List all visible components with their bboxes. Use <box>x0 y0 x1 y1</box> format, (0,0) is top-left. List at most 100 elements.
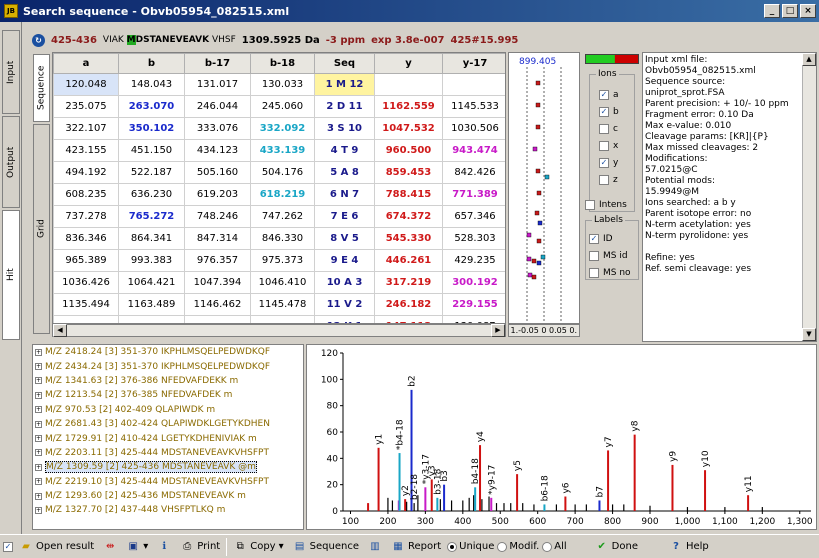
grid-cell[interactable]: 1145.478 <box>250 293 315 316</box>
all-radio[interactable]: All <box>542 541 567 552</box>
save-button[interactable]: ▣ ▾ <box>123 537 151 557</box>
info-button[interactable]: ℹ <box>154 537 174 557</box>
grid-cell[interactable]: 434.123 <box>184 139 251 162</box>
grid-cell[interactable]: 246.044 <box>184 95 251 118</box>
grid-cell[interactable]: 494.192 <box>53 161 119 184</box>
tree-item[interactable]: + M/Z 1341.63 [2] 376-386 NFEDVAFDEKK m <box>33 374 303 388</box>
grid-cell[interactable]: 1163.489 <box>118 293 185 316</box>
unique-radio-dot[interactable] <box>447 541 458 552</box>
expand-icon[interactable]: + <box>35 492 42 500</box>
label-checkbox[interactable]: MS no <box>589 264 635 281</box>
tree-item[interactable]: + M/Z 1327.70 [2] 437-448 VHSFPTLKQ m <box>33 503 303 517</box>
grid-cell[interactable]: 8 V 5 <box>314 227 375 250</box>
grid-header-2[interactable]: b-17 <box>184 53 251 74</box>
grid-row[interactable]: 322.107 350.102 333.076 332.092 3 S 10 1047.5… <box>53 117 505 140</box>
tab-grid[interactable]: Grid <box>33 124 50 334</box>
modif-radio-dot[interactable] <box>497 541 508 552</box>
open-result-button[interactable]: ▰ Open result <box>16 537 97 557</box>
refresh-icon[interactable]: ↻ <box>32 33 45 47</box>
grid-row[interactable]: 1036.426 1064.421 1047.394 1046.410 10 A 3 31… <box>53 271 505 294</box>
grid-header-1[interactable]: b <box>118 53 185 74</box>
expand-icon[interactable]: + <box>35 478 42 486</box>
tree-item[interactable]: + M/Z 2434.24 [3] 351-370 IKPHLMSQELPEDWD… <box>33 359 303 373</box>
grid-cell[interactable]: 333.076 <box>184 117 251 140</box>
grid-cell[interactable]: 350.102 <box>118 117 185 140</box>
grid-cell[interactable]: 545.330 <box>374 227 443 250</box>
ion-box[interactable] <box>599 174 609 185</box>
grid-cell[interactable]: 993.383 <box>118 249 185 272</box>
ion-checkbox-a[interactable]: ✓ a <box>599 86 631 103</box>
expand-icon[interactable]: + <box>35 435 42 443</box>
intens-checkbox[interactable]: Intens <box>585 198 627 211</box>
toolbar-checkbox[interactable]: ✓ <box>3 540 13 553</box>
scroll-left-icon[interactable]: ◀ <box>53 324 67 337</box>
grid-cell[interactable]: 1036.426 <box>53 271 119 294</box>
label-checkbox[interactable]: MS id <box>589 247 635 264</box>
grid-horizontal-scrollbar[interactable]: ◀ ▶ <box>52 324 506 337</box>
label-box[interactable] <box>589 267 599 278</box>
grid-row[interactable]: 1135.494 1163.489 1146.462 1145.478 11 V 2 24… <box>53 293 505 316</box>
maximize-button[interactable]: □ <box>782 4 798 18</box>
grid-cell[interactable]: 836.346 <box>53 227 119 250</box>
grid-cell[interactable]: 847.314 <box>184 227 251 250</box>
grid-cell[interactable]: 619.203 <box>184 183 251 206</box>
grid-cell[interactable]: 1146.462 <box>184 293 251 316</box>
grid-cell[interactable]: 3 S 10 <box>314 117 375 140</box>
grid-cell[interactable]: 748.246 <box>184 205 251 228</box>
tree-item[interactable]: + M/Z 1309.59 [2] 425-436 MDSTANEVEAVK @m <box>33 460 303 474</box>
grid-cell[interactable]: 1135.494 <box>53 293 119 316</box>
tab-hit[interactable]: Hit <box>2 210 20 340</box>
tree-item[interactable]: + M/Z 1213.54 [2] 376-385 NFEDVAFDEK m <box>33 388 303 402</box>
tree-item[interactable]: + M/Z 2681.43 [3] 402-424 QLAPIWDKLGETYKD… <box>33 417 303 431</box>
grid-cell[interactable]: 263.070 <box>118 95 185 118</box>
grid-cell[interactable]: 747.262 <box>250 205 315 228</box>
hit-tree[interactable]: + M/Z 2418.24 [3] 351-370 IKPHLMSQELPEDWD… <box>32 344 304 530</box>
grid-header-3[interactable]: b-18 <box>250 53 315 74</box>
grid-cell[interactable]: 975.373 <box>250 249 315 272</box>
grid-cell[interactable]: 120.048 <box>53 73 119 96</box>
grid-cell[interactable]: 1030.506 <box>442 117 505 140</box>
tab-sequence[interactable]: Sequence <box>33 54 50 122</box>
grid-row[interactable]: 836.346 864.341 847.314 846.330 8 V 5 545.330… <box>53 227 505 250</box>
grid-cell[interactable]: 1162.559 <box>374 95 443 118</box>
ion-checkbox-c[interactable]: c <box>599 120 631 137</box>
grid-cell[interactable]: 859.453 <box>374 161 443 184</box>
grid-row[interactable]: 608.235 636.230 619.203 618.219 6 N 7 788.415… <box>53 183 505 206</box>
grid-cell[interactable]: 332.092 <box>250 117 315 140</box>
grid-cell[interactable]: 229.155 <box>442 293 505 316</box>
grid-header-4[interactable]: Seq <box>314 53 375 74</box>
minimize-button[interactable]: _ <box>764 4 780 18</box>
grid-row[interactable]: 965.389 993.383 976.357 975.373 9 E 4 446.261… <box>53 249 505 272</box>
grid-cell[interactable]: 846.330 <box>250 227 315 250</box>
grid-cell[interactable]: 11 V 2 <box>314 293 375 316</box>
grid-cell[interactable]: 965.389 <box>53 249 119 272</box>
grid-cell[interactable]: 528.303 <box>442 227 505 250</box>
grid-row[interactable]: 423.155 451.150 434.123 433.139 4 T 9 960.500… <box>53 139 505 162</box>
ion-box[interactable] <box>599 123 609 134</box>
grid-header-6[interactable]: y-17 <box>442 53 505 74</box>
grid-row[interactable]: 235.075 263.070 246.044 245.060 2 D 11 1162.5… <box>53 95 505 118</box>
arrows-button[interactable]: ⇹ <box>100 537 120 557</box>
grid-cell[interactable]: 423.155 <box>53 139 119 162</box>
sequence-button[interactable]: ▤ Sequence <box>290 537 362 557</box>
copy-button[interactable]: ⧉ Copy ▾ <box>230 537 286 557</box>
ion-checkbox-z[interactable]: z <box>599 171 631 188</box>
scroll-down-icon[interactable]: ▼ <box>802 328 816 341</box>
grid-cell[interactable]: 788.415 <box>374 183 443 206</box>
grid-cell[interactable]: 505.160 <box>184 161 251 184</box>
grid-cell[interactable]: 130.087 <box>442 315 505 323</box>
grid-cell[interactable]: 618.219 <box>250 183 315 206</box>
grid-row[interactable]: 494.192 522.187 505.160 504.176 5 A 8 859.453… <box>53 161 505 184</box>
grid-header-5[interactable]: y <box>374 53 443 74</box>
tab-input[interactable]: Input <box>2 30 20 114</box>
ion-checkbox-x[interactable]: x <box>599 137 631 154</box>
grid-cell[interactable] <box>374 73 443 96</box>
grid-cell[interactable] <box>250 315 315 323</box>
ion-checkbox-b[interactable]: ✓ b <box>599 103 631 120</box>
grid-cell[interactable] <box>184 315 251 323</box>
grid-cell[interactable]: 246.182 <box>374 293 443 316</box>
expand-icon[interactable]: + <box>35 463 42 471</box>
expand-icon[interactable]: + <box>35 391 42 399</box>
grid-cell[interactable]: 522.187 <box>118 161 185 184</box>
expand-icon[interactable]: + <box>35 506 42 514</box>
